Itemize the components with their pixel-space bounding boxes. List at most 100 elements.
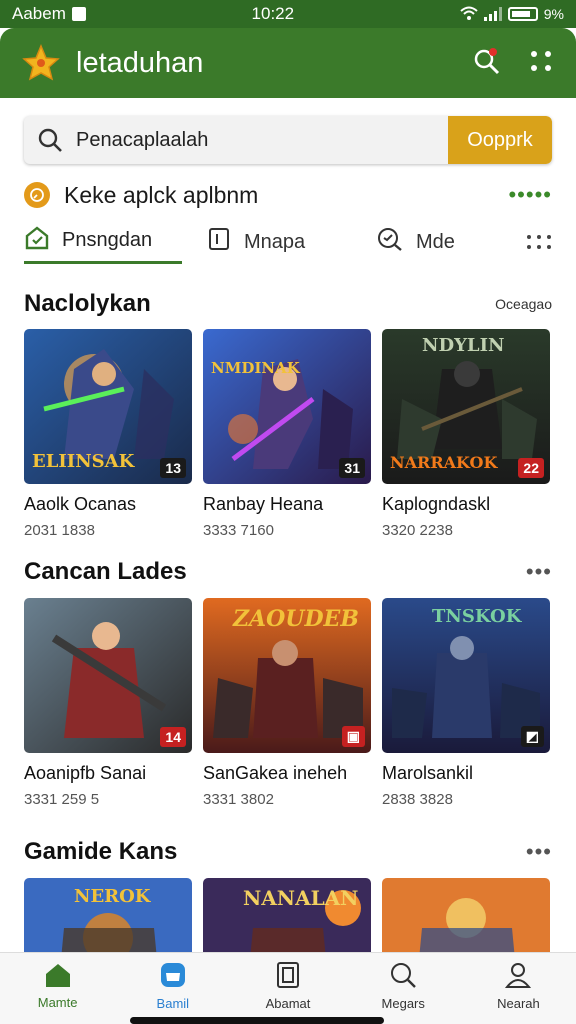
- battery-icon: [507, 7, 538, 21]
- game-cover: ZAOUDEB ▣: [203, 598, 371, 753]
- game-card[interactable]: 13 ELIINSAK Aaolk Ocanas 2031 1838: [24, 329, 192, 539]
- cover-text: NARRAKOK: [390, 453, 498, 472]
- section-header: Naclolykan Oceagao: [24, 288, 552, 320]
- clock-icon: [24, 182, 50, 208]
- bottom-nav: Mamte Bamil Abamat Megars Nearah: [0, 952, 576, 1024]
- tabs-more-icon[interactable]: [516, 220, 552, 264]
- store-icon: [159, 961, 187, 992]
- game-badge-icon: ▣: [341, 726, 365, 747]
- bookmark-icon: [206, 226, 232, 258]
- section-title: Gamide Kans: [24, 838, 178, 865]
- status-bar: Aabem 10:22 9%: [0, 0, 576, 28]
- game-meta: 2838 3828: [382, 791, 453, 808]
- game-name: Marolsankil: [382, 763, 474, 783]
- section-title: Cancan Lades: [24, 558, 187, 585]
- nav-profile[interactable]: Nearah: [461, 953, 576, 1024]
- game-badge: 13: [160, 458, 186, 478]
- app-title: letaduhan: [76, 46, 204, 79]
- tab-label: Pnsngdan: [62, 229, 153, 251]
- search-button[interactable]: Oopprk: [448, 116, 552, 164]
- nav-label: Bamil: [156, 995, 190, 1011]
- game-name: Aaolk Ocanas: [24, 494, 137, 514]
- game-cover: 13 ELIINSAK: [24, 329, 192, 484]
- grid-menu-icon[interactable]: [528, 48, 554, 79]
- game-meta: 3331 259 5: [24, 791, 100, 808]
- category-tabs: Pnsngdan Mnapa Mde: [24, 220, 552, 264]
- game-card[interactable]: TNSKOK ◩ Marolsankil 2838 3828: [382, 598, 550, 808]
- house-tag-icon: [24, 225, 50, 257]
- section-more-link[interactable]: Oceagao: [495, 296, 552, 312]
- game-cover: TNSKOK ◩: [382, 598, 550, 753]
- status-left: Aabem: [12, 4, 86, 24]
- status-right: 9%: [460, 6, 564, 23]
- search-chat-icon: [376, 226, 404, 258]
- game-badge-icon: ◩: [520, 726, 544, 747]
- game-card[interactable]: [382, 878, 550, 952]
- nav-label: Nearah: [497, 995, 540, 1011]
- search-notification-icon[interactable]: [472, 46, 502, 81]
- app-bar: letaduhan: [0, 28, 576, 98]
- section-more-icon[interactable]: •••: [526, 559, 552, 585]
- game-card[interactable]: NEROK: [24, 878, 192, 952]
- game-row: 13 ELIINSAK Aaolk Ocanas 2031 1838 31 NM…: [24, 329, 552, 539]
- home-icon: [44, 962, 72, 991]
- nav-documents[interactable]: Abamat: [230, 953, 345, 1024]
- game-cover: NDYLIN 22 NARRAKOK: [382, 329, 550, 484]
- document-icon: [275, 961, 301, 992]
- game-name: Ranbay Heana: [203, 494, 324, 514]
- cover-text: NMDINAK: [211, 359, 300, 377]
- search-icon: [389, 961, 417, 992]
- game-meta: 3333 7160: [203, 522, 274, 539]
- game-meta: 2031 1838: [24, 522, 95, 539]
- battery-label: 9%: [543, 6, 564, 22]
- game-name: Kaplogndaskl: [382, 494, 491, 514]
- game-name: SanGakea ineheh: [203, 763, 348, 783]
- signal-icon: [483, 7, 502, 21]
- section-header: Cancan Lades •••: [24, 556, 552, 588]
- game-card[interactable]: 14 Aoanipfb Sanai 3331 259 5: [24, 598, 192, 808]
- tab-label: Mnapa: [244, 230, 306, 253]
- tab-pnsngdan[interactable]: Pnsngdan: [24, 220, 206, 264]
- game-cover: 31 NMDINAK: [203, 329, 371, 484]
- nav-search[interactable]: Megars: [346, 953, 461, 1024]
- nav-home[interactable]: Mamte: [0, 953, 115, 1024]
- cover-text: NANALAN: [243, 886, 359, 910]
- tab-mde[interactable]: Mde: [376, 220, 516, 264]
- game-cover: [382, 878, 550, 952]
- game-badge: 31: [339, 458, 365, 478]
- game-card[interactable]: ZAOUDEB ▣ SanGakea ineheh 3331 3802: [203, 598, 371, 808]
- notification-icon: [71, 7, 86, 21]
- game-badge: 22: [518, 458, 544, 478]
- profile-icon: [504, 961, 532, 992]
- wifi-icon: [460, 6, 478, 23]
- game-name: Aoanipfb Sanai: [24, 763, 147, 783]
- search-input[interactable]: Penacaplaalah: [76, 129, 448, 152]
- promo-row[interactable]: Keke aplck aplbnm •••••: [24, 176, 552, 214]
- game-card[interactable]: NDYLIN 22 NARRAKOK Kaplogndaskl 3320 223…: [382, 329, 550, 539]
- cover-text: NEROK: [74, 886, 151, 907]
- tab-mnapa[interactable]: Mnapa: [206, 220, 376, 264]
- home-indicator[interactable]: [130, 1017, 384, 1024]
- game-cover: NANALAN: [203, 878, 371, 952]
- game-row: 14 Aoanipfb Sanai 3331 259 5 ZAOUDEB ▣ S…: [24, 598, 552, 808]
- section-header: Gamide Kans •••: [24, 836, 552, 868]
- game-card[interactable]: 31 NMDINAK Ranbay Heana 3333 7160: [203, 329, 371, 539]
- cover-text: ZAOUDEB: [233, 606, 359, 632]
- game-badge: 14: [160, 727, 186, 747]
- nav-label: Mamte: [37, 994, 78, 1010]
- game-meta: 3331 3802: [203, 791, 274, 808]
- search-bar[interactable]: Penacaplaalah Oopprk: [24, 116, 552, 164]
- nav-label: Megars: [381, 995, 425, 1011]
- nav-label: Abamat: [265, 995, 311, 1011]
- nav-store[interactable]: Bamil: [115, 953, 230, 1024]
- game-card[interactable]: NANALAN: [203, 878, 371, 952]
- status-time: 10:22: [251, 4, 295, 23]
- game-meta: 3320 2238: [382, 522, 453, 539]
- promo-more-icon[interactable]: •••••: [508, 182, 552, 208]
- carrier-label: Aabem: [12, 4, 66, 23]
- promo-text: Keke aplck aplbnm: [64, 181, 259, 208]
- cover-text: TNSKOK: [432, 606, 522, 627]
- section-more-icon[interactable]: •••: [526, 839, 552, 865]
- star-logo-icon: [22, 44, 60, 82]
- search-icon: [24, 127, 76, 153]
